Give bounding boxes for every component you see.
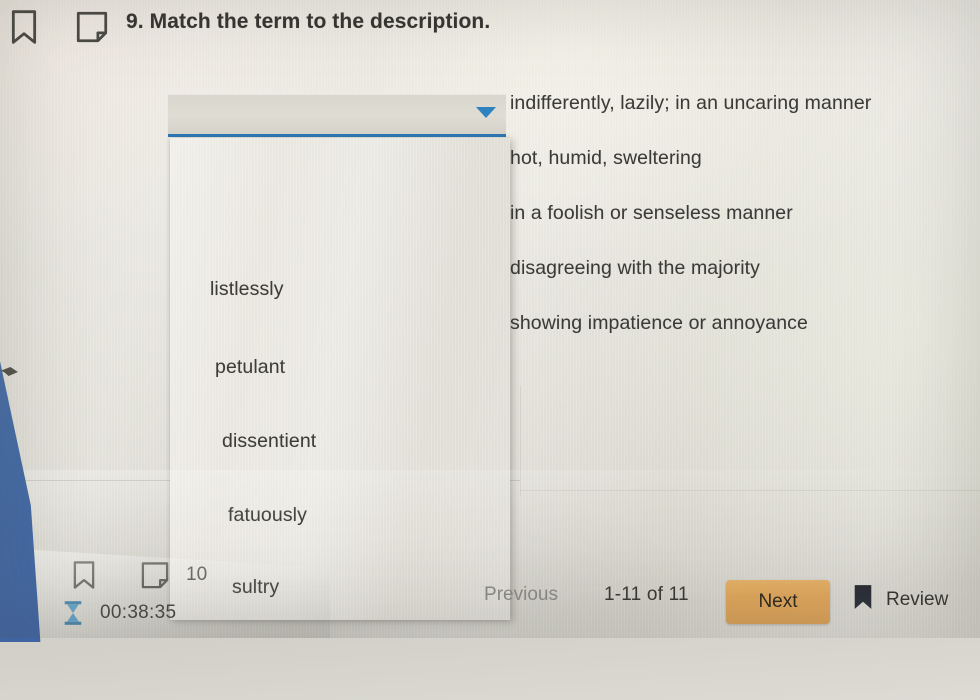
note-icon[interactable] [140, 559, 170, 596]
hourglass-icon [62, 600, 84, 626]
dropdown-option-label: petulant [215, 355, 286, 378]
header-bar: 9. Match the term to the description. [0, 0, 980, 58]
next-button[interactable]: Next [726, 580, 830, 624]
question-number: 9. [126, 10, 144, 33]
description-item: hot, humid, sweltering [510, 147, 702, 169]
description-item: in a foolish or senseless manner [510, 202, 793, 224]
dropdown-option[interactable]: dissentient [170, 404, 510, 478]
term-dropdown-panel[interactable]: listlessly petulant dissentient fatuousl… [170, 138, 510, 620]
dropdown-option-label: dissentient [222, 429, 317, 452]
chevron-down-icon[interactable] [476, 107, 496, 118]
dropdown-option-label: fatuously [228, 503, 307, 526]
dropdown-option[interactable]: petulant [170, 330, 510, 404]
dropdown-option[interactable]: listlessly [170, 252, 510, 326]
note-icon[interactable] [75, 9, 109, 50]
review-button-label: Review [886, 589, 949, 610]
description-item: disagreeing with the majority [510, 257, 761, 279]
previous-button-label: Previous [484, 584, 558, 605]
question-text: Match the term to the description. [149, 10, 491, 33]
bookmark-outline-icon[interactable] [8, 8, 40, 51]
bookmark-outline-icon[interactable] [70, 559, 98, 596]
bookmark-filled-icon [852, 584, 874, 616]
description-item: indifferently, lazily; in an uncaring ma… [510, 92, 872, 114]
description-item: showing impatience or annoyance [510, 312, 808, 334]
next-question-number: 10 [186, 564, 208, 585]
timer-text: 00:38:35 [100, 602, 177, 623]
page-title: 9. Match the term to the description. [126, 10, 490, 34]
previous-button[interactable]: Previous [472, 578, 570, 612]
dropdown-option[interactable]: fatuously [170, 478, 510, 552]
timer: 00:38:35 [62, 600, 176, 626]
review-button[interactable]: Review [852, 580, 948, 620]
pager-status: 1-11 of 11 [604, 584, 689, 605]
divider-line [520, 386, 521, 496]
divider-line [520, 490, 980, 491]
next-button-label: Next [758, 591, 798, 612]
term-select[interactable] [168, 94, 506, 137]
dropdown-option-label: listlessly [210, 277, 284, 300]
